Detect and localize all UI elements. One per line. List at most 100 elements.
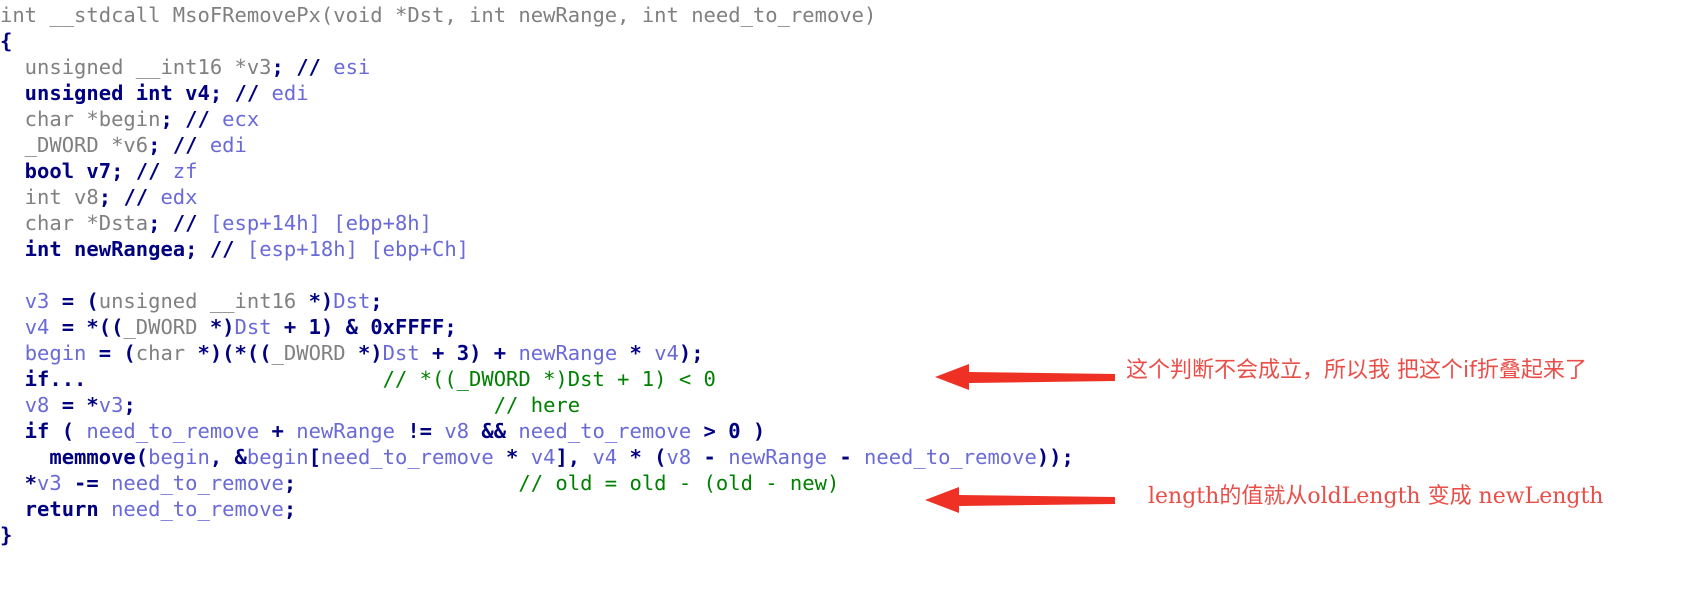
code-token: = *(( (49, 315, 124, 339)
code-token: edx (148, 185, 198, 209)
code-token: = * (49, 393, 99, 417)
code-token: begin (246, 445, 309, 469)
code-token: v3 (98, 393, 124, 417)
annotation-if-collapsed: 这个判断不会成立，所以我 把这个if折叠起来了 (1126, 358, 1587, 383)
code-token: && (469, 419, 519, 443)
code-token: > (691, 419, 729, 443)
code-line[interactable] (0, 262, 12, 288)
code-token: bool v7 (0, 159, 112, 183)
code-token: unsigned __int16 (98, 289, 309, 313)
code-token: *) (209, 315, 235, 339)
code-token: [ (308, 445, 321, 469)
code-token: int newRangea (0, 237, 186, 261)
code-line[interactable]: } (0, 522, 12, 548)
code-token: )); (1036, 445, 1074, 469)
code-line[interactable]: { (0, 28, 12, 54)
code-line[interactable]: char *Dsta; // [esp+14h] [ebp+8h] (0, 210, 432, 236)
code-line[interactable]: bool v7; // zf (0, 158, 198, 184)
code-token: MsoFRemovePx (172, 3, 321, 27)
code-token: int (0, 3, 50, 27)
code-line[interactable]: _DWORD *v6; // edi (0, 132, 247, 158)
code-token: newRange (296, 419, 395, 443)
code-line[interactable]: int newRangea; // [esp+18h] [ebp+Ch] (0, 236, 469, 262)
annotation-arrow-if-collapsed (935, 364, 1115, 390)
code-token: v3 (37, 471, 62, 495)
code-token: 0xFFFF (370, 315, 445, 339)
code-line[interactable]: return need_to_remove; (0, 496, 297, 522)
code-line[interactable]: char *begin; // ecx (0, 106, 260, 132)
code-token: 1 (308, 315, 321, 339)
code-line[interactable]: v3 = (unsigned __int16 *)Dst; (0, 288, 383, 314)
code-token: // (135, 159, 161, 183)
code-token: Dst (407, 3, 445, 27)
code-token: * (0, 471, 38, 495)
code-line[interactable]: unsigned __int16 *v3; // esi (0, 54, 371, 80)
code-line[interactable]: memmove(begin, &begin[need_to_remove * v… (0, 444, 1074, 470)
code-token: ; (444, 315, 457, 339)
code-token: need_to_remove (111, 471, 284, 495)
code-token: , & (209, 445, 247, 469)
code-token: ; (271, 55, 284, 79)
code-token: ], (555, 445, 593, 469)
code-token: != (394, 419, 445, 443)
code-token: ; (283, 497, 297, 521)
code-token: *)(*(( (197, 341, 272, 365)
code-token: ); (678, 341, 704, 365)
code-token: ; (160, 107, 173, 131)
code-token: int v8 (0, 185, 99, 209)
code-token: * (394, 3, 408, 27)
code-token: // (172, 133, 198, 157)
code-token: need_to_remove (691, 3, 865, 27)
code-token: // (209, 237, 235, 261)
code-token: * (617, 341, 655, 365)
code-token: v3 (24, 289, 50, 313)
code-token: ) & (320, 315, 371, 339)
code-token: memmove (0, 445, 136, 469)
code-line[interactable]: v8 = *v3; // here (0, 392, 580, 418)
code-token: newRange (518, 3, 618, 27)
code-line[interactable]: if... // *((_DWORD *)Dst + 1) < 0 (0, 366, 716, 392)
pseudocode-pane[interactable]: int __stdcall MsoFRemovePx(void *Dst, in… (0, 0, 1683, 611)
code-token: ; (111, 159, 124, 183)
code-token: newRange (518, 341, 618, 365)
code-token: *) (357, 341, 383, 365)
code-token: unsigned int (0, 81, 186, 105)
code-line[interactable]: v4 = *((_DWORD *)Dst + 1) & 0xFFFF; (0, 314, 457, 340)
code-token: ; (148, 211, 161, 235)
code-token: // (172, 211, 198, 235)
code-token: need_to_remove (518, 419, 692, 443)
code-token: // *((_DWORD *)Dst + 1) < 0 (382, 367, 716, 391)
code-token: int (641, 3, 692, 27)
code-line[interactable]: int v8; // edx (0, 184, 198, 210)
code-line[interactable]: *v3 -= need_to_remove; // old = old - (o… (0, 470, 840, 496)
code-line[interactable]: if ( need_to_remove + newRange != v8 && … (0, 418, 766, 444)
code-token: _DWORD (123, 315, 210, 339)
code-token: ; (148, 133, 161, 157)
code-token: ; (185, 237, 198, 261)
code-line[interactable]: unsigned int v4; // edi (0, 80, 309, 106)
code-token: } (0, 523, 13, 547)
code-token: ( (135, 445, 149, 469)
code-token: begin (24, 341, 87, 365)
code-token: need_to_remove (86, 419, 260, 443)
code-token: 0 (728, 419, 741, 443)
annotation-length-change: length的值就从oldLength 变成 newLength (1148, 484, 1604, 509)
code-token: _DWORD *v6 (0, 133, 149, 157)
code-token: if ( (0, 419, 87, 443)
code-token: * (234, 55, 247, 79)
code-token: v8 (666, 445, 692, 469)
code-line[interactable]: int __stdcall MsoFRemovePx(void *Dst, in… (0, 2, 876, 28)
code-token: ) (864, 3, 877, 27)
code-line[interactable]: begin = (char *)(*((_DWORD *)Dst + 3) + … (0, 340, 704, 366)
code-token: newRange (728, 445, 827, 469)
